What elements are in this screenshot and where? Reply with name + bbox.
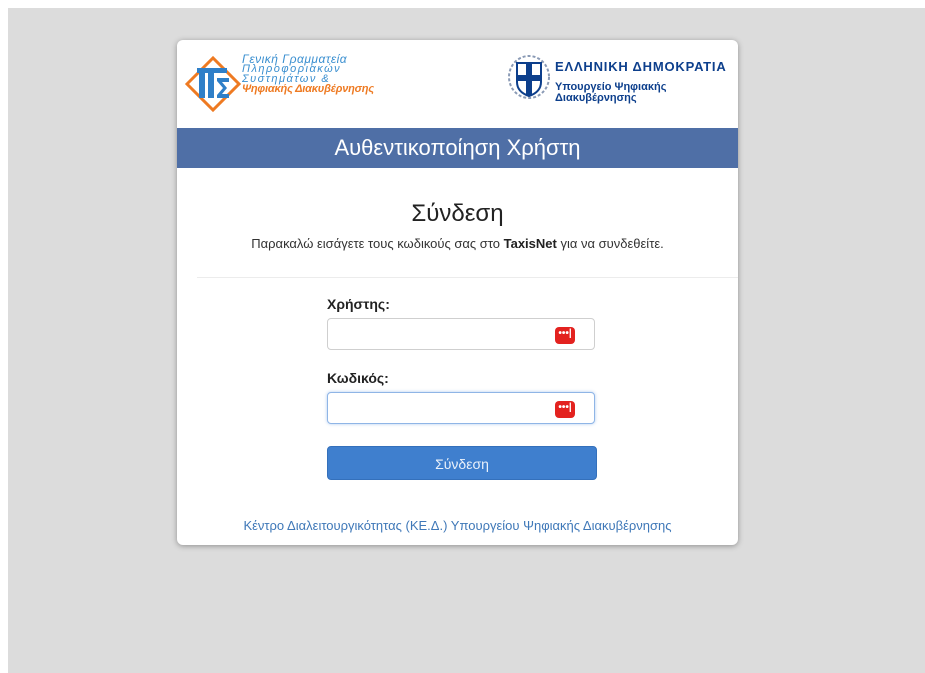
password-manager-icon[interactable]: •••| (555, 327, 575, 344)
login-submit-button[interactable]: Σύνδεση (327, 446, 597, 480)
password-field[interactable]: •••| (327, 392, 595, 424)
instructions-text-2: για να συνδεθείτε. (556, 236, 664, 251)
username-input[interactable] (336, 320, 556, 348)
gov-title: ΕΛΛΗΝΙΚΗ ΔΗΜΟΚΡΑΤΙΑ (555, 59, 727, 74)
password-manager-icon[interactable]: •••| (555, 401, 575, 418)
gsis-line-4: Ψηφιακής Διακυβέρνησης (242, 83, 374, 95)
header: Γενική Γραμματεία Πληροφοριακών Συστημάτ… (177, 40, 738, 128)
divider (197, 277, 738, 278)
interoperability-center-link[interactable]: Κέντρο Διαλειτουργικότητας (ΚΕ.Δ.) Υπουρ… (177, 518, 738, 533)
gsis-wordmark: Γενική Γραμματεία Πληροφοριακών Συστημάτ… (242, 53, 374, 95)
gsis-logo-icon (184, 55, 241, 113)
greek-coat-of-arms-icon (508, 55, 550, 99)
instructions-text-1: Παρακαλώ εισάγετε τους κωδικούς σας στο (251, 236, 504, 251)
ministry-line-2: Διακυβέρνησης (555, 92, 637, 104)
login-title: Σύνδεση (411, 200, 504, 227)
taxisnet-label: TaxisNet (503, 236, 557, 251)
username-label: Χρήστης: (327, 296, 390, 312)
ministry-name: Υπουργείο Ψηφιακής Διακυβέρνησης (555, 82, 666, 104)
username-field[interactable]: •••| (327, 318, 595, 350)
login-instructions: Παρακαλώ εισάγετε τους κωδικούς σας στο … (177, 236, 738, 251)
password-label: Κωδικός: (327, 370, 389, 386)
login-card: Γενική Γραμματεία Πληροφοριακών Συστημάτ… (177, 40, 738, 545)
auth-banner: Αυθεντικοποίηση Χρήστη (177, 128, 738, 168)
password-input[interactable] (336, 394, 556, 422)
